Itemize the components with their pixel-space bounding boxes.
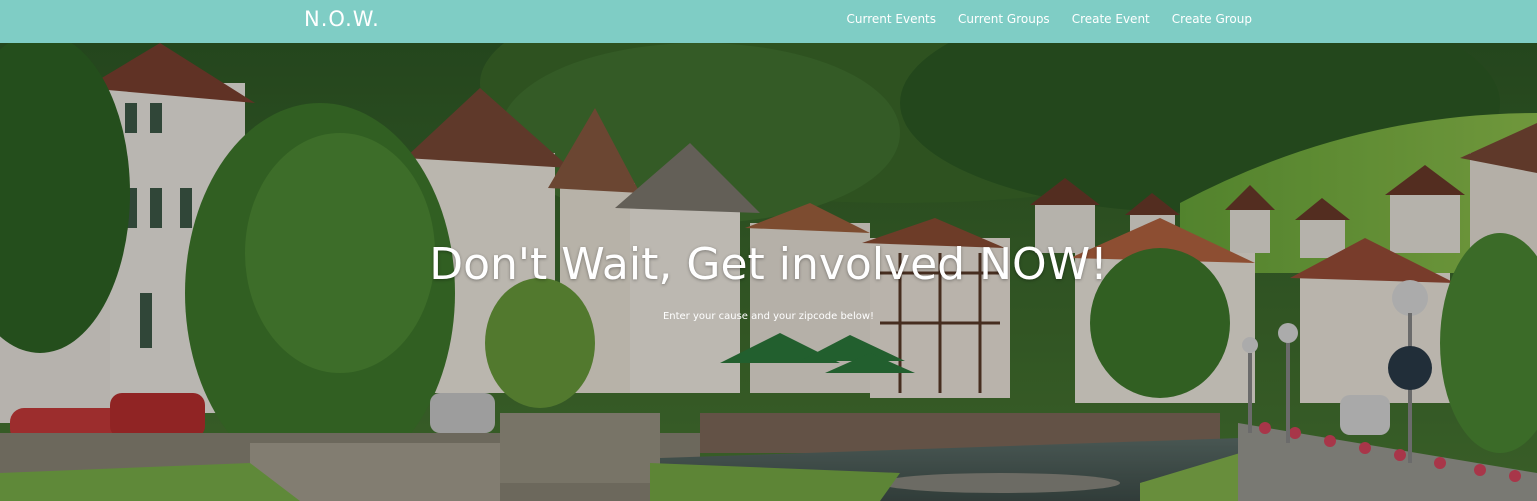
hero-section: Don't Wait, Get involved NOW! Enter your… [0,43,1537,501]
hero-subheadline: Enter your cause and your zipcode below! [662,311,875,322]
nav-link-current-groups[interactable]: Current Groups [958,12,1050,26]
hero-headline: Don't Wait, Get involved NOW! [429,239,1108,290]
nav-link-create-event[interactable]: Create Event [1072,12,1150,26]
nav-link-current-events[interactable]: Current Events [847,12,937,26]
top-navbar: N.O.W. Current Events Current Groups Cre… [0,0,1537,43]
nav-links: Current Events Current Groups Create Eve… [847,12,1253,26]
brand-logo-link[interactable]: N.O.W. [304,7,380,31]
nav-link-create-group[interactable]: Create Group [1172,12,1252,26]
